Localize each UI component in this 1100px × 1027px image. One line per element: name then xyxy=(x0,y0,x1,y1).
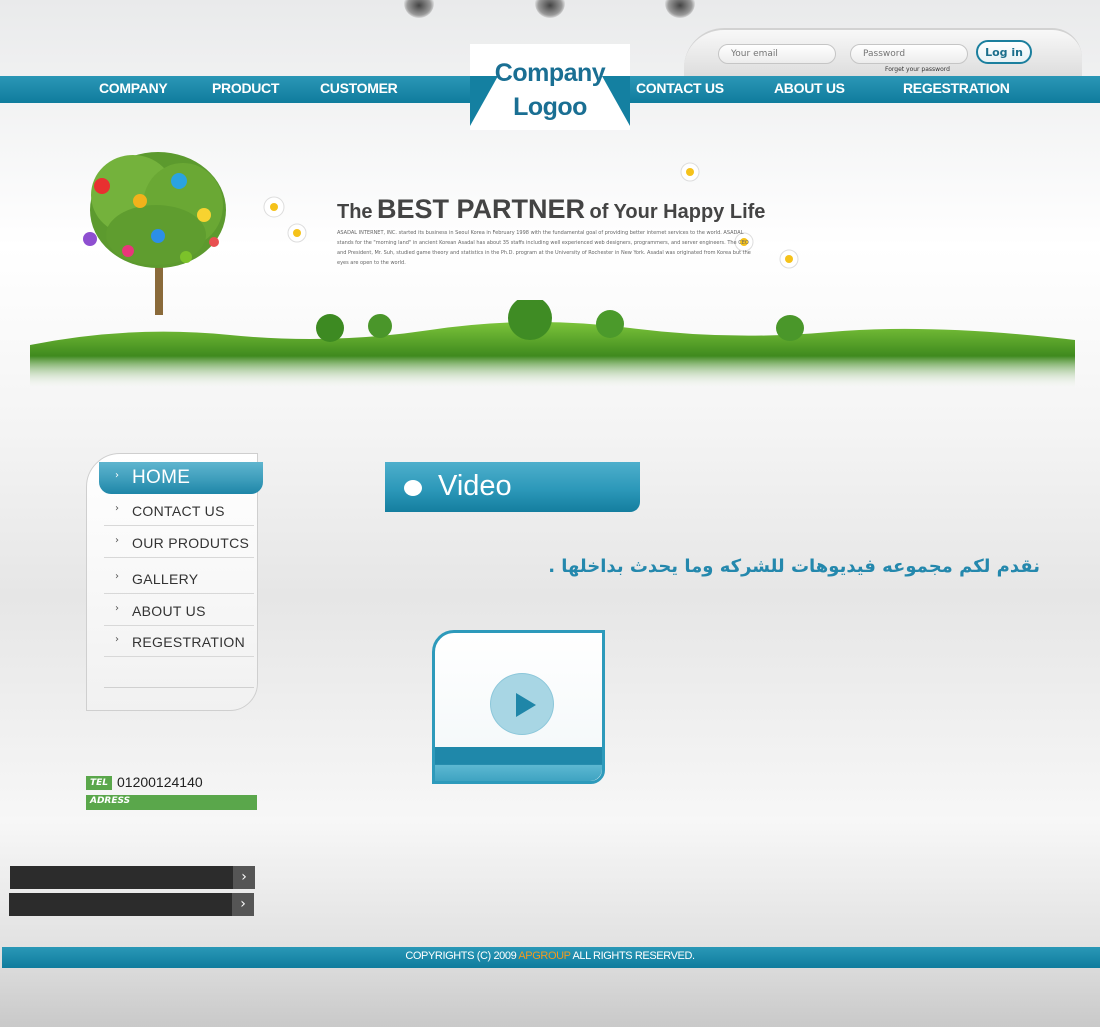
dark-link-bar[interactable] xyxy=(10,866,233,889)
nav-product[interactable]: PRODUCT xyxy=(212,80,279,96)
chevron-right-icon: › xyxy=(115,470,119,481)
hero-tagline: of Your Happy Life xyxy=(589,201,766,223)
sidebar-item-contact-us[interactable]: › CONTACT US xyxy=(104,500,254,526)
ceiling-lamp xyxy=(535,0,565,18)
sidebar-divider xyxy=(104,662,254,688)
video-section-header xyxy=(385,462,640,512)
nav-contact-us[interactable]: CONTACT US xyxy=(636,80,724,96)
sidebar-item-our-products[interactable]: › OUR PRODUTCS xyxy=(104,532,254,558)
sidebar-item-label: OUR PRODUTCS xyxy=(132,535,250,551)
password-input[interactable] xyxy=(850,44,968,64)
tel-number: 01200124140 xyxy=(117,774,203,790)
grass-landscape xyxy=(30,300,1075,390)
hero-headline: The BEST PARTNER of Your Happy Life xyxy=(337,194,765,225)
nav-registration[interactable]: REGESTRATION xyxy=(903,80,1010,96)
nav-customer[interactable]: CUSTOMER xyxy=(320,80,398,96)
player-control-strip xyxy=(435,747,602,781)
sidebar-item-label: REGESTRATION xyxy=(132,634,246,650)
dark-link-bar[interactable] xyxy=(9,893,232,916)
email-input[interactable] xyxy=(718,44,836,64)
video-intro-text: نقدم لكم مجموعه فيديوهات للشركه وما يحدث… xyxy=(548,556,1040,577)
chevron-right-icon: › xyxy=(115,571,119,582)
daisy-flower xyxy=(263,196,285,218)
copyright-prefix: COPYRIGHTS (C) 2009 xyxy=(405,950,519,962)
sidebar-item-label: GALLERY xyxy=(132,571,199,587)
hero-description: ASADAL INTERNET, INC. started its busine… xyxy=(337,230,751,266)
chevron-right-icon: › xyxy=(115,634,119,645)
sidebar-item-label: HOME xyxy=(132,467,191,488)
sidebar-item-home[interactable]: › HOME xyxy=(99,462,263,494)
section-title: Video xyxy=(438,470,512,502)
nav-company[interactable]: COMPANY xyxy=(99,80,168,96)
brand-name: APGROUP xyxy=(518,950,571,962)
video-player[interactable] xyxy=(432,630,605,784)
copyright-text: COPYRIGHTS (C) 2009 APGROUP ALL RIGHTS R… xyxy=(0,950,1100,962)
hero-the: The xyxy=(337,201,373,223)
sidebar-item-label: ABOUT US xyxy=(132,603,206,619)
hero-best-partner: BEST PARTNER xyxy=(377,194,586,224)
chevron-right-icon: › xyxy=(115,535,119,546)
chevron-right-icon[interactable]: › xyxy=(233,866,255,889)
logo-line-2: Logoo xyxy=(513,93,587,121)
play-icon[interactable] xyxy=(490,673,554,735)
sidebar-item-registration[interactable]: › REGESTRATION xyxy=(104,631,254,657)
chevron-right-icon: › xyxy=(115,603,119,614)
chevron-right-icon[interactable]: › xyxy=(232,893,254,916)
copyright-suffix: ALL RIGHTS RESERVED. xyxy=(570,950,695,962)
daisy-flower xyxy=(779,249,799,269)
sidebar-item-label: CONTACT US xyxy=(132,503,225,519)
nav-about-us[interactable]: ABOUT US xyxy=(774,80,845,96)
company-logo[interactable]: Company Logoo xyxy=(470,56,630,124)
forgot-password-link[interactable]: Forget your password xyxy=(885,66,950,73)
daisy-flower xyxy=(287,223,307,243)
ceiling-lamp xyxy=(665,0,695,18)
sidebar-item-about-us[interactable]: › ABOUT US xyxy=(104,600,254,626)
login-button[interactable]: Log in xyxy=(976,40,1032,64)
bullet-dot-icon xyxy=(404,480,422,496)
chevron-right-icon: › xyxy=(115,503,119,514)
ceiling-lamp xyxy=(404,0,434,18)
address-label: ADRESS xyxy=(90,796,131,806)
sidebar-item-gallery[interactable]: › GALLERY xyxy=(104,568,254,594)
logo-line-1: Company xyxy=(494,59,606,87)
play-triangle-icon xyxy=(516,693,536,717)
tel-label: TEL xyxy=(86,776,112,790)
daisy-flower xyxy=(680,162,700,182)
